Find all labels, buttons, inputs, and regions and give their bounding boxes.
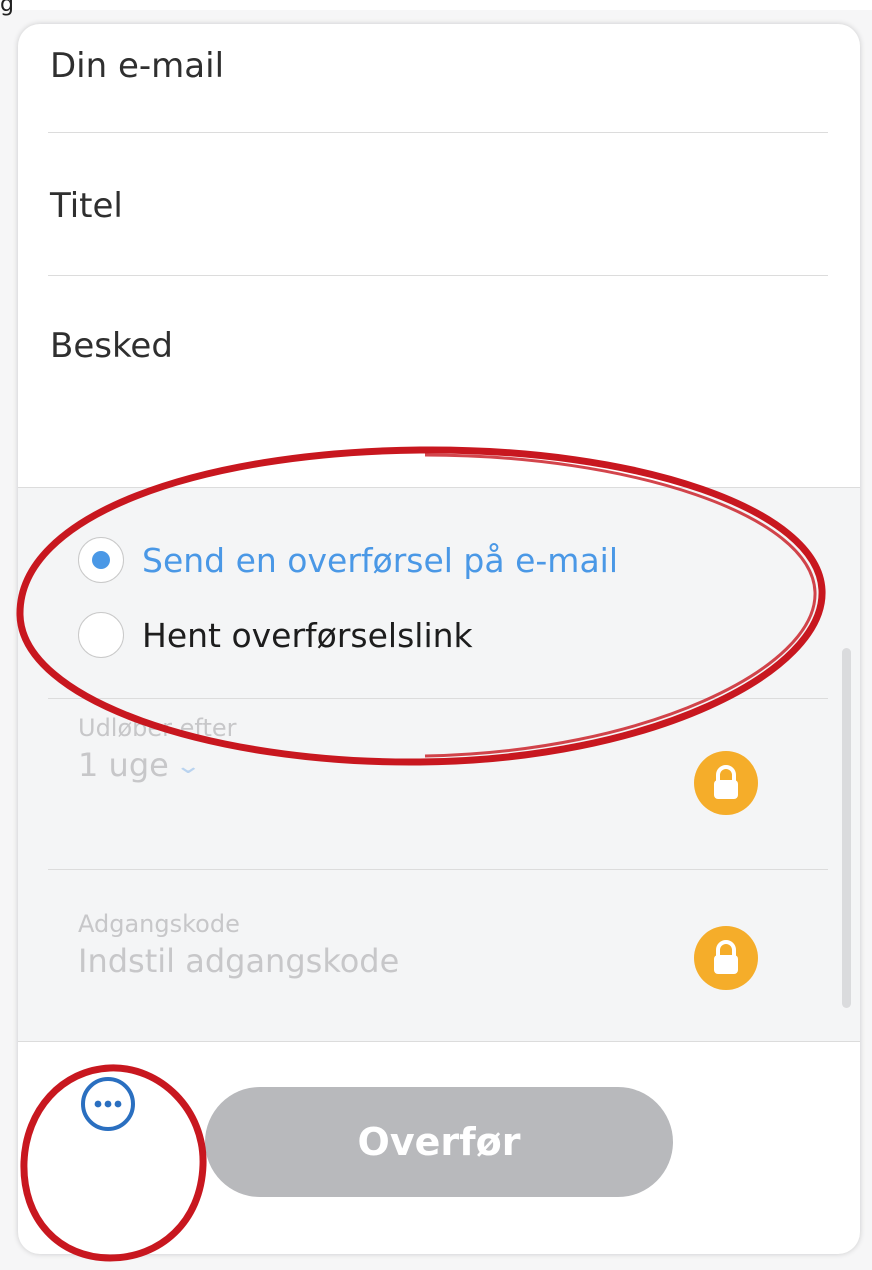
expiry-value-text: 1 uge bbox=[78, 746, 169, 784]
expiry-setting[interactable]: Udløber efter 1 uge ⌄ bbox=[78, 714, 236, 784]
page: g Din e-mail Titel Besked Send en overfø… bbox=[0, 0, 872, 1270]
lock-icon[interactable] bbox=[694, 926, 758, 990]
radio-button-selected[interactable] bbox=[78, 537, 124, 583]
chevron-down-icon: ⌄ bbox=[174, 754, 202, 779]
transfer-panel: Din e-mail Titel Besked Send en overførs… bbox=[18, 24, 860, 1254]
email-placeholder: Din e-mail bbox=[50, 46, 225, 86]
transfer-button[interactable]: Overfør bbox=[205, 1087, 673, 1197]
expiry-value[interactable]: 1 uge ⌄ bbox=[78, 746, 236, 784]
expiry-label: Udløber efter bbox=[78, 714, 237, 742]
transfer-options: Send en overførsel på e-mail Hent overfø… bbox=[18, 487, 860, 1042]
radio-label-get-link: Hent overførselslink bbox=[142, 615, 473, 655]
divider bbox=[48, 698, 828, 699]
title-field[interactable] bbox=[48, 132, 828, 276]
radio-button-unselected[interactable] bbox=[78, 612, 124, 658]
password-value: Indstil adgangskode bbox=[78, 942, 400, 980]
scrollbar[interactable] bbox=[842, 648, 851, 1008]
more-options-icon bbox=[81, 1077, 135, 1131]
radio-label-send-email: Send en overførsel på e-mail bbox=[142, 540, 619, 580]
more-options-button[interactable] bbox=[78, 1074, 138, 1134]
radio-send-email[interactable]: Send en overførsel på e-mail bbox=[78, 535, 618, 585]
message-field[interactable]: Besked bbox=[50, 326, 173, 366]
lock-icon[interactable] bbox=[694, 751, 758, 815]
clipped-heading-text: g bbox=[0, 0, 14, 17]
divider bbox=[48, 869, 828, 870]
radio-get-link[interactable]: Hent overførselslink bbox=[78, 610, 473, 660]
top-strip: g bbox=[0, 0, 872, 17]
password-setting[interactable]: Adgangskode Indstil adgangskode bbox=[78, 910, 399, 980]
title-placeholder: Titel bbox=[50, 186, 123, 226]
password-label: Adgangskode bbox=[78, 910, 240, 938]
